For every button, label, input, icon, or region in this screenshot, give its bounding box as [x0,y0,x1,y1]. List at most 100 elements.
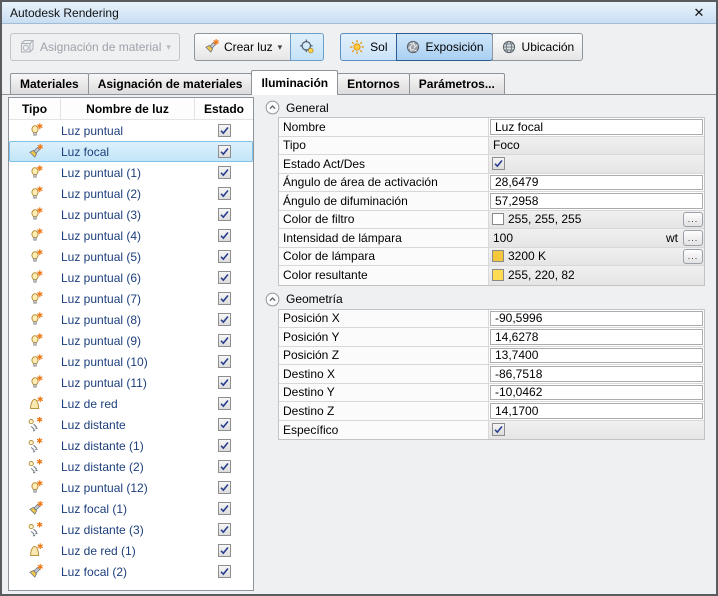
state-checkbox[interactable] [217,544,231,557]
light-row[interactable]: Luz puntual (7) [9,288,253,309]
property-value-cell[interactable]: -10,0462 [489,383,704,401]
light-row[interactable]: Luz puntual (4) [9,225,253,246]
property-value-cell[interactable]: 13,7400 [489,346,704,364]
property-checkbox[interactable] [492,157,505,171]
column-header-estado[interactable]: Estado [195,98,253,119]
light-name[interactable]: Luz puntual (6) [61,271,195,285]
light-name[interactable]: Luz puntual (10) [61,355,195,369]
state-checkbox[interactable] [217,397,231,410]
light-name[interactable]: Luz puntual (12) [61,481,195,495]
color-swatch[interactable] [492,213,504,226]
location-button[interactable]: Ubicación [491,33,584,61]
light-name[interactable]: Luz puntual (8) [61,313,195,327]
light-name[interactable]: Luz puntual (5) [61,250,195,264]
light-name[interactable]: Luz focal [61,145,195,159]
light-row[interactable]: Luz puntual (1) [9,162,253,183]
light-name[interactable]: Luz puntual (1) [61,166,195,180]
close-button[interactable]: ✕ [690,5,708,21]
light-name[interactable]: Luz focal (2) [61,565,195,579]
light-row[interactable]: Luz distante (1) [9,435,253,456]
property-input[interactable]: 14,1700 [490,403,703,419]
state-checkbox[interactable] [217,166,231,179]
state-checkbox[interactable] [217,229,231,242]
column-header-nombre[interactable]: Nombre de luz [61,98,195,119]
state-checkbox[interactable] [217,502,231,515]
light-row[interactable]: Luz puntual (5) [9,246,253,267]
color-swatch[interactable] [492,269,504,282]
property-input[interactable]: -86,7518 [490,366,703,382]
light-name[interactable]: Luz de red (1) [61,544,195,558]
light-name[interactable]: Luz de red [61,397,195,411]
section-header[interactable]: Geometría [265,291,709,308]
state-checkbox[interactable] [217,334,231,347]
create-light-button[interactable]: Crear luz ▾ [193,33,292,61]
state-checkbox[interactable] [217,292,231,305]
property-checkbox[interactable] [492,423,505,437]
light-row[interactable]: Luz puntual (6) [9,267,253,288]
property-value-cell[interactable]: -86,7518 [489,365,704,383]
property-value-cell[interactable]: -90,5996 [489,309,704,327]
collapse-button[interactable] [265,100,280,115]
property-value-cell[interactable]: 14,1700 [489,402,704,420]
property-input[interactable]: Luz focal [490,119,703,135]
state-checkbox[interactable] [217,481,231,494]
section-header[interactable]: General [265,99,709,116]
state-checkbox[interactable] [217,523,231,536]
state-checkbox[interactable] [217,145,231,158]
state-checkbox[interactable] [217,439,231,452]
sun-button[interactable]: Sol [340,33,397,61]
state-checkbox[interactable] [217,460,231,473]
property-value-cell[interactable]: Luz focal [489,118,704,136]
light-name[interactable]: Luz puntual [61,124,195,138]
property-input[interactable]: 57,2958 [490,193,703,209]
state-checkbox[interactable] [217,208,231,221]
light-name[interactable]: Luz puntual (3) [61,208,195,222]
property-input[interactable]: 14,6278 [490,329,703,345]
state-checkbox[interactable] [217,187,231,200]
light-row[interactable]: Luz puntual (3) [9,204,253,225]
light-row[interactable]: Luz de red (1) [9,540,253,561]
state-checkbox[interactable] [217,250,231,263]
state-checkbox[interactable] [217,565,231,578]
state-checkbox[interactable] [217,124,231,137]
light-name[interactable]: Luz distante (1) [61,439,195,453]
light-row[interactable]: Luz distante [9,414,253,435]
light-name[interactable]: Luz distante (2) [61,460,195,474]
light-row[interactable]: Luz puntual (2) [9,183,253,204]
light-name[interactable]: Luz puntual (9) [61,334,195,348]
light-row[interactable]: Luz puntual [9,120,253,141]
light-row[interactable]: Luz puntual (9) [9,330,253,351]
light-row[interactable]: Luz puntual (8) [9,309,253,330]
property-value-cell[interactable]: 28,6479 [489,173,704,191]
property-input[interactable]: 13,7400 [490,347,703,363]
property-value-cell[interactable]: 14,6278 [489,328,704,346]
tab-entornos[interactable]: Entornos [337,73,410,94]
tab-parametros[interactable]: Parámetros... [408,73,505,94]
property-value-cell[interactable]: 57,2958 [489,192,704,210]
light-row[interactable]: Luz puntual (12) [9,477,253,498]
property-input[interactable]: -90,5996 [490,310,703,326]
title-bar[interactable]: Autodesk Rendering ✕ [2,2,716,24]
state-checkbox[interactable] [217,376,231,389]
light-row[interactable]: Luz distante (2) [9,456,253,477]
ellipsis-button[interactable]: ... [683,211,703,227]
light-row[interactable]: Luz de red [9,393,253,414]
property-input[interactable]: -10,0462 [490,384,703,400]
state-checkbox[interactable] [217,313,231,326]
column-header-tipo[interactable]: Tipo [9,98,61,119]
light-row[interactable]: Luz puntual (11) [9,372,253,393]
light-row[interactable]: Luz focal [9,141,253,162]
light-name[interactable]: Luz puntual (11) [61,376,195,390]
exposure-button[interactable]: Exposición [395,33,493,61]
light-row[interactable]: Luz distante (3) [9,519,253,540]
state-checkbox[interactable] [217,355,231,368]
tab-iluminacion[interactable]: Iluminación [251,70,339,95]
tab-materiales[interactable]: Materiales [10,73,89,94]
point-target-button[interactable] [290,33,325,61]
state-checkbox[interactable] [217,271,231,284]
ellipsis-button[interactable]: ... [683,230,703,246]
light-row[interactable]: Luz focal (1) [9,498,253,519]
state-checkbox[interactable] [217,418,231,431]
light-name[interactable]: Luz distante [61,418,195,432]
light-name[interactable]: Luz puntual (2) [61,187,195,201]
